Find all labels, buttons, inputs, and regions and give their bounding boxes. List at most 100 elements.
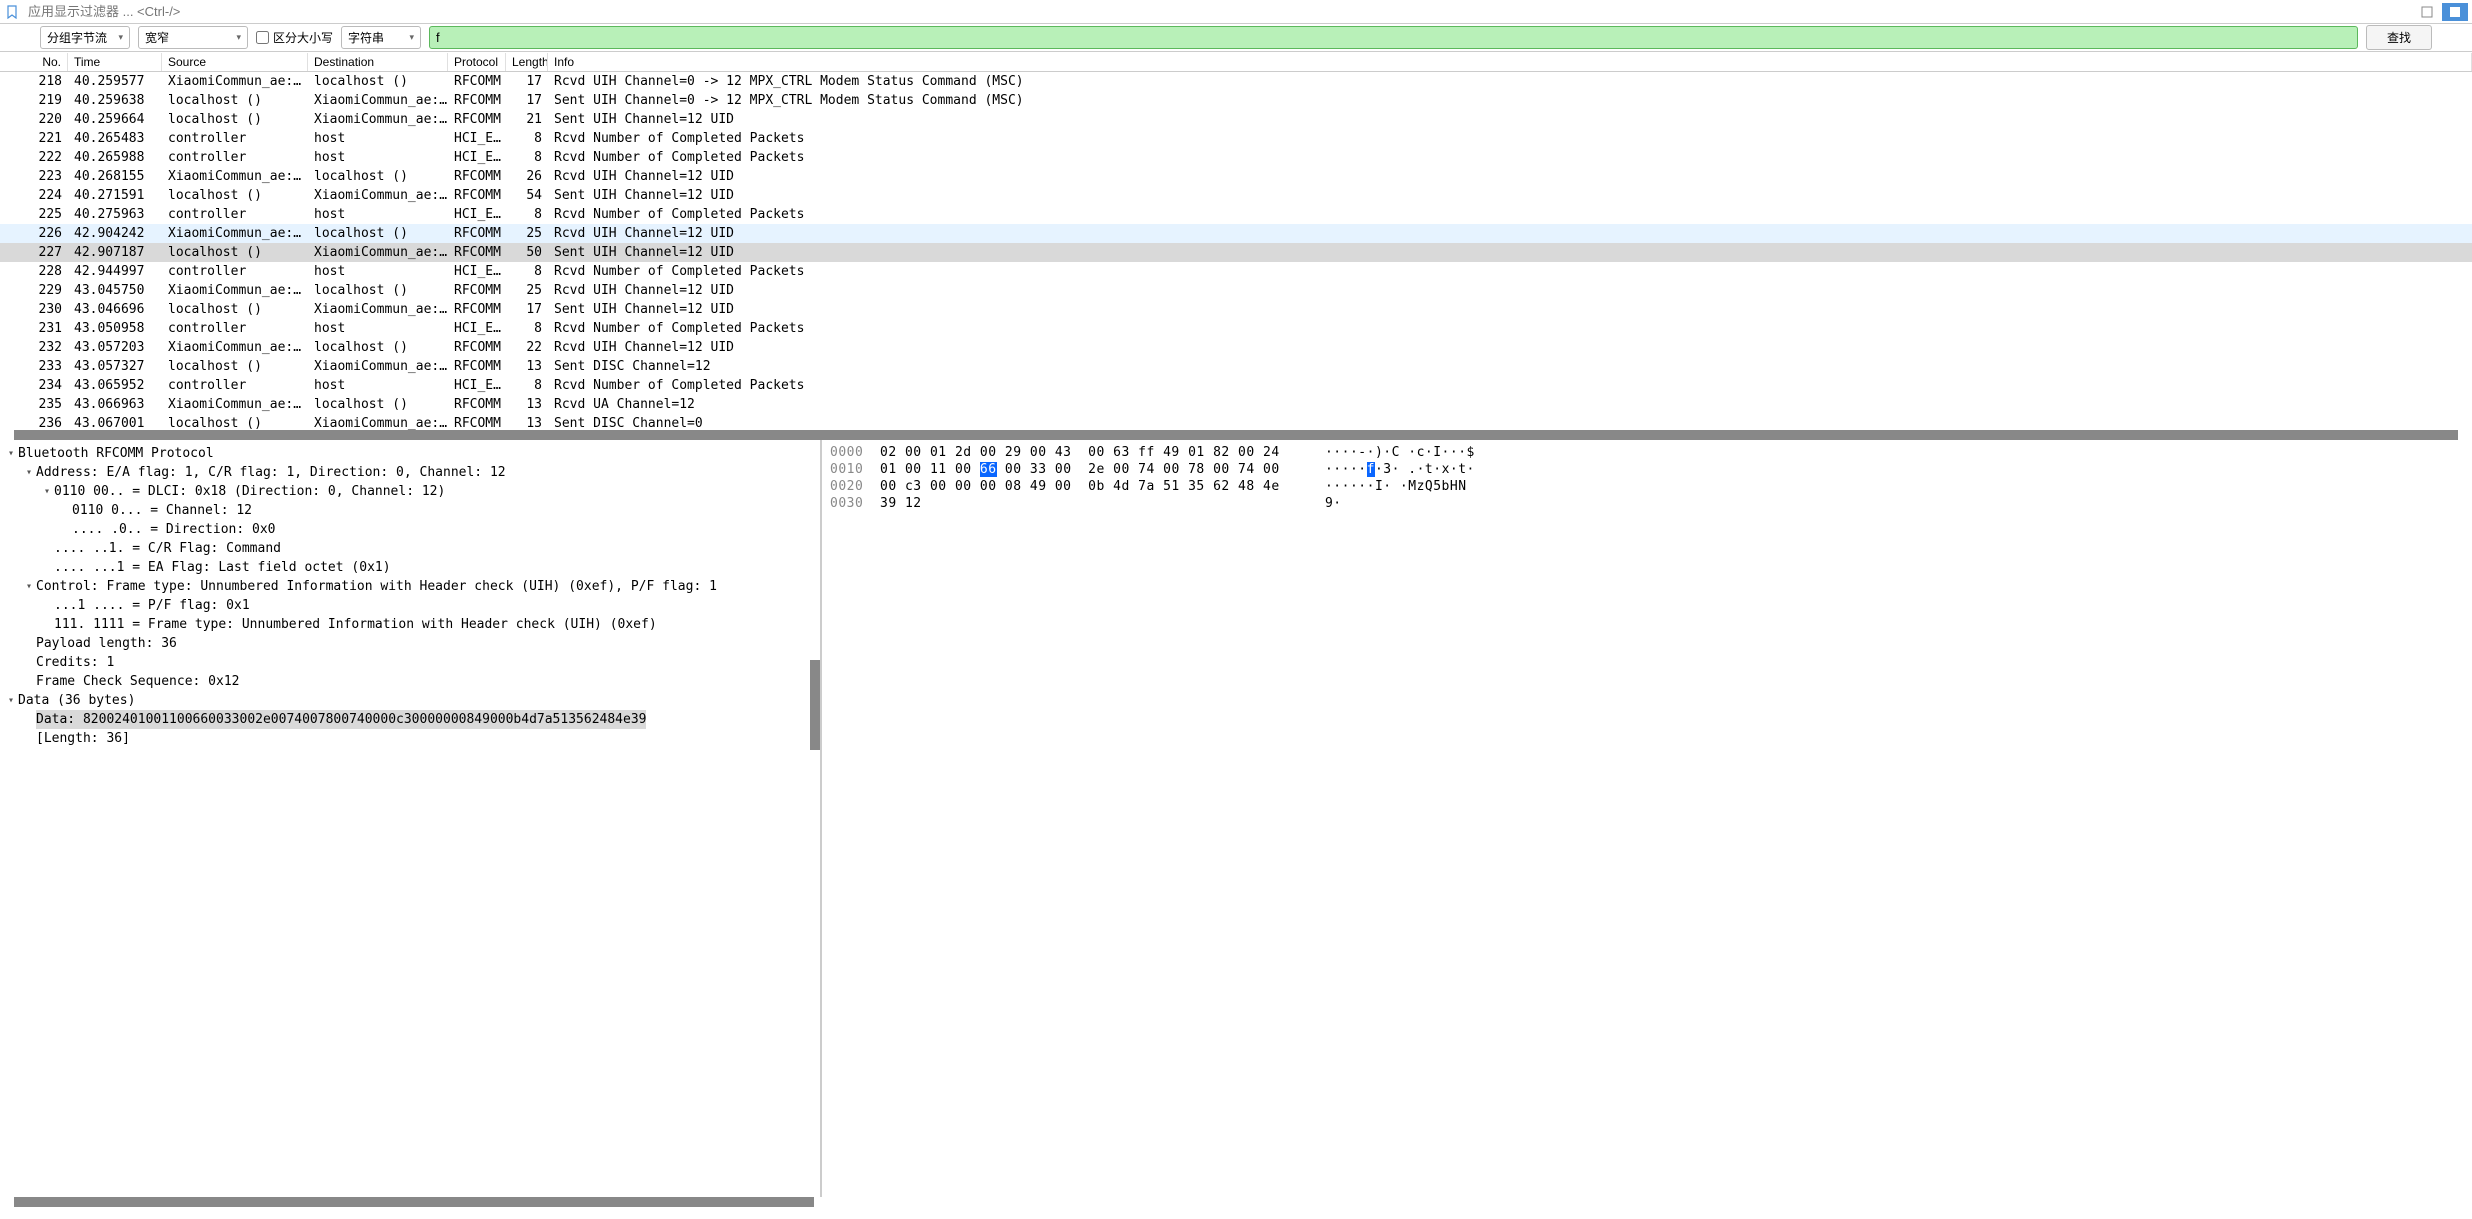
tree-node[interactable]: ▾0110 00.. = DLCI: 0x18 (Direction: 0, C… <box>0 482 820 501</box>
tree-label: 0110 0... = Channel: 12 <box>72 501 252 520</box>
tree-node[interactable]: ▾Address: E/A flag: 1, C/R flag: 1, Dire… <box>0 463 820 482</box>
toolbar-button-b[interactable] <box>2442 3 2468 21</box>
tree-label: 0110 00.. = DLCI: 0x18 (Direction: 0, Ch… <box>54 482 445 501</box>
packet-row[interactable]: 22742.907187localhost ()XiaomiCommun_ae:… <box>0 243 2472 262</box>
search-type-dropdown[interactable]: 字符串 ▾ <box>341 26 421 49</box>
tree-node[interactable]: ▾Control: Frame type: Unnumbered Informa… <box>0 577 820 596</box>
hex-offset: 0010 <box>830 461 880 478</box>
tree-node[interactable]: .... ...1 = EA Flag: Last field octet (0… <box>0 558 820 577</box>
dropdown-label: 字符串 <box>348 29 384 46</box>
packet-details-tree[interactable]: ▾Bluetooth RFCOMM Protocol▾Address: E/A … <box>0 440 822 1197</box>
checkbox-label: 区分大小写 <box>273 29 333 46</box>
hex-bytes: 01 00 11 00 66 00 33 00 2e 00 74 00 78 0… <box>880 461 1300 478</box>
tree-node[interactable]: ▾Bluetooth RFCOMM Protocol <box>0 444 820 463</box>
col-header-info[interactable]: Info <box>548 53 2472 71</box>
tree-hscroll[interactable] <box>14 1197 814 1207</box>
col-header-protocol[interactable]: Protocol <box>448 53 506 71</box>
display-filter-bar <box>0 0 2472 24</box>
dropdown-label: 宽窄 <box>145 29 169 46</box>
packet-row[interactable]: 22240.265988controllerhostHCI_E…8Rcvd Nu… <box>0 148 2472 167</box>
hex-bytes: 02 00 01 2d 00 29 00 43 00 63 ff 49 01 8… <box>880 444 1300 461</box>
packet-list-pane: No. Time Source Destination Protocol Len… <box>0 52 2472 430</box>
hex-row[interactable]: 002000 c3 00 00 00 08 49 00 0b 4d 7a 51 … <box>830 478 2464 495</box>
col-header-source[interactable]: Source <box>162 53 308 71</box>
find-toolbar: 分组字节流 ▾ 宽窄 ▾ 区分大小写 字符串 ▾ 查找 <box>0 24 2472 52</box>
packet-row[interactable]: 23443.065952controllerhostHCI_E…8Rcvd Nu… <box>0 376 2472 395</box>
bookmark-icon[interactable] <box>4 4 20 20</box>
packet-row[interactable]: 22340.268155XiaomiCommun_ae:…localhost (… <box>0 167 2472 186</box>
packet-bytes-pane[interactable]: 000002 00 01 2d 00 29 00 43 00 63 ff 49 … <box>822 440 2472 1197</box>
packet-row[interactable]: 22540.275963controllerhostHCI_E…8Rcvd Nu… <box>0 205 2472 224</box>
tree-toggle-icon[interactable]: ▾ <box>22 577 36 596</box>
toolbar-button-a[interactable] <box>2414 3 2440 21</box>
packet-row[interactable]: 22842.944997controllerhostHCI_E…8Rcvd Nu… <box>0 262 2472 281</box>
packet-row[interactable]: 21940.259638localhost ()XiaomiCommun_ae:… <box>0 91 2472 110</box>
display-filter-input[interactable] <box>24 2 2414 21</box>
tree-label: Payload length: 36 <box>36 634 177 653</box>
tree-node[interactable]: Frame Check Sequence: 0x12 <box>0 672 820 691</box>
tree-node[interactable]: Credits: 1 <box>0 653 820 672</box>
packet-row[interactable]: 23643.067001localhost ()XiaomiCommun_ae:… <box>0 414 2472 430</box>
tree-node[interactable]: Data: 82002401001100660033002e0074007800… <box>0 710 820 729</box>
tree-toggle-icon[interactable]: ▾ <box>4 691 18 710</box>
col-header-destination[interactable]: Destination <box>308 53 448 71</box>
packet-list-header: No. Time Source Destination Protocol Len… <box>0 52 2472 72</box>
packet-row[interactable]: 23143.050958controllerhostHCI_E…8Rcvd Nu… <box>0 319 2472 338</box>
tree-label: Data (36 bytes) <box>18 691 135 710</box>
find-button[interactable]: 查找 <box>2366 25 2432 50</box>
search-in-dropdown[interactable]: 分组字节流 ▾ <box>40 26 130 49</box>
width-dropdown[interactable]: 宽窄 ▾ <box>138 26 248 49</box>
hex-row[interactable]: 000002 00 01 2d 00 29 00 43 00 63 ff 49 … <box>830 444 2464 461</box>
packet-row[interactable]: 23543.066963XiaomiCommun_ae:…localhost (… <box>0 395 2472 414</box>
tree-node[interactable]: .... ..1. = C/R Flag: Command <box>0 539 820 558</box>
hex-offset: 0030 <box>830 495 880 512</box>
find-input[interactable] <box>429 26 2358 49</box>
hex-offset: 0020 <box>830 478 880 495</box>
tree-label: .... .0.. = Direction: 0x0 <box>72 520 276 539</box>
tree-label: Address: E/A flag: 1, C/R flag: 1, Direc… <box>36 463 506 482</box>
packet-row[interactable]: 22943.045750XiaomiCommun_ae:…localhost (… <box>0 281 2472 300</box>
hex-offset: 0000 <box>830 444 880 461</box>
tree-toggle-icon[interactable]: ▾ <box>22 463 36 482</box>
col-header-length[interactable]: Length <box>506 53 548 71</box>
hex-ascii: ····-·)·C ·c·I···$ <box>1300 444 1475 461</box>
case-sensitive-checkbox[interactable]: 区分大小写 <box>256 29 333 46</box>
tree-label: .... ...1 = EA Flag: Last field octet (0… <box>54 558 391 577</box>
packet-row[interactable]: 22040.259664localhost ()XiaomiCommun_ae:… <box>0 110 2472 129</box>
packet-row[interactable]: 23043.046696localhost ()XiaomiCommun_ae:… <box>0 300 2472 319</box>
col-header-time[interactable]: Time <box>68 53 162 71</box>
tree-node[interactable]: Payload length: 36 <box>0 634 820 653</box>
tree-node[interactable]: [Length: 36] <box>0 729 820 748</box>
dropdown-label: 分组字节流 <box>47 29 107 46</box>
hex-ascii: ······I· ·MzQ5bHN <box>1300 478 1467 495</box>
hex-bytes: 39 12 <box>880 495 1300 512</box>
packet-row[interactable]: 21840.259577XiaomiCommun_ae:…localhost (… <box>0 72 2472 91</box>
packet-hscroll[interactable] <box>14 430 2458 440</box>
case-sensitive-input[interactable] <box>256 31 269 44</box>
tree-node[interactable]: ▾Data (36 bytes) <box>0 691 820 710</box>
packet-rows[interactable]: 21840.259577XiaomiCommun_ae:…localhost (… <box>0 72 2472 430</box>
packet-row[interactable]: 22140.265483controllerhostHCI_E…8Rcvd Nu… <box>0 129 2472 148</box>
tree-node[interactable]: 0110 0... = Channel: 12 <box>0 501 820 520</box>
hex-row[interactable]: 003039 12 9· <box>830 495 2464 512</box>
packet-row[interactable]: 23243.057203XiaomiCommun_ae:…localhost (… <box>0 338 2472 357</box>
tree-label: [Length: 36] <box>36 729 130 748</box>
tree-toggle-icon[interactable]: ▾ <box>4 444 18 463</box>
tree-node[interactable]: 111. 1111 = Frame type: Unnumbered Infor… <box>0 615 820 634</box>
tree-toggle-icon[interactable]: ▾ <box>40 482 54 501</box>
tree-node[interactable]: ...1 .... = P/F flag: 0x1 <box>0 596 820 615</box>
tree-label: Frame Check Sequence: 0x12 <box>36 672 240 691</box>
tree-node[interactable]: .... .0.. = Direction: 0x0 <box>0 520 820 539</box>
packet-row[interactable]: 23343.057327localhost ()XiaomiCommun_ae:… <box>0 357 2472 376</box>
hex-ascii: ·····f·3· .·t·x·t· <box>1300 461 1475 478</box>
packet-row[interactable]: 22642.904242XiaomiCommun_ae:…localhost (… <box>0 224 2472 243</box>
tree-label: Bluetooth RFCOMM Protocol <box>18 444 214 463</box>
tree-label: Data: 82002401001100660033002e0074007800… <box>36 710 646 729</box>
col-header-no[interactable]: No. <box>0 53 68 71</box>
hex-row[interactable]: 001001 00 11 00 66 00 33 00 2e 00 74 00 … <box>830 461 2464 478</box>
tree-label: Control: Frame type: Unnumbered Informat… <box>36 577 717 596</box>
chevron-down-icon: ▾ <box>118 32 123 43</box>
tree-vscroll-thumb[interactable] <box>810 660 820 750</box>
chevron-down-icon: ▾ <box>409 32 414 43</box>
packet-row[interactable]: 22440.271591localhost ()XiaomiCommun_ae:… <box>0 186 2472 205</box>
